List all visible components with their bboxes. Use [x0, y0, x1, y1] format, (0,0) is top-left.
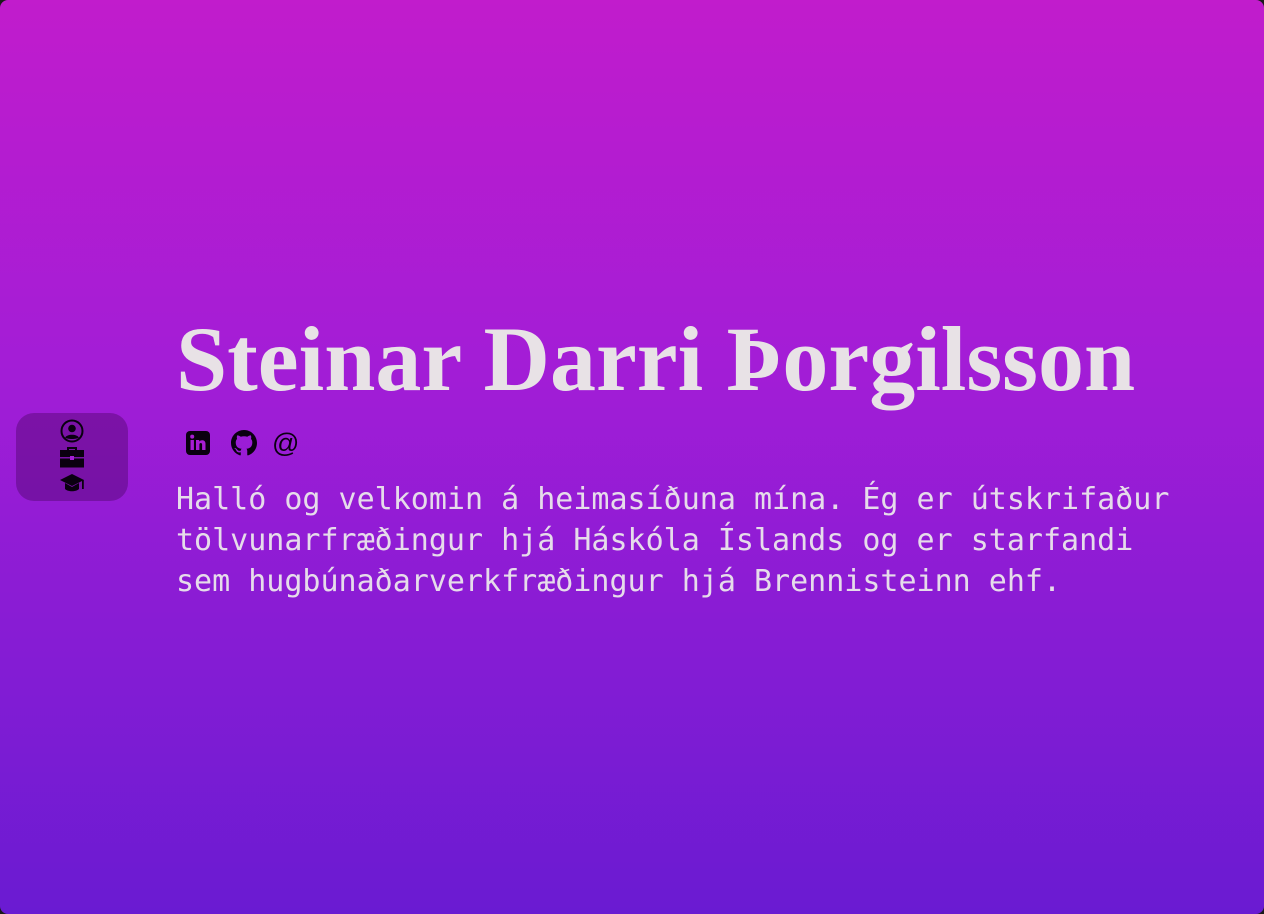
- linkedin-icon: [186, 431, 210, 455]
- nav-education-button[interactable]: [58, 471, 86, 495]
- user-circle-icon: [60, 419, 84, 443]
- email-icon: @: [272, 427, 300, 458]
- graduation-cap-icon: [60, 474, 84, 492]
- briefcase-icon: [60, 447, 84, 468]
- page-window: Steinar Darri Þorgilsson @ Halló og velk…: [0, 0, 1264, 914]
- linkedin-link[interactable]: [180, 427, 216, 459]
- github-icon: [231, 430, 257, 456]
- social-links: @: [176, 427, 1236, 459]
- email-link[interactable]: @: [272, 427, 300, 459]
- side-nav: [16, 413, 128, 501]
- bio-text: Halló og velkomin á heimasíðuna mína. Ég…: [176, 482, 1170, 599]
- nav-about-button[interactable]: [58, 419, 86, 443]
- page-title: Steinar Darri Þorgilsson: [176, 308, 1136, 410]
- github-link[interactable]: [226, 427, 262, 459]
- nav-work-button[interactable]: [58, 445, 86, 469]
- main-content: Steinar Darri Þorgilsson @ Halló og velk…: [176, 305, 1236, 602]
